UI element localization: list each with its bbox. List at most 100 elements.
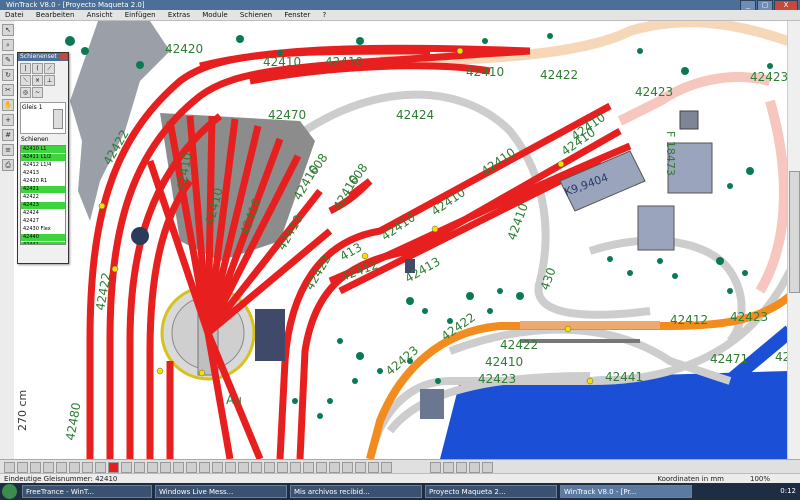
taskbar-item-3[interactable]: Mis archivos recibid... — [290, 485, 422, 498]
bottom-tool-button[interactable] — [69, 462, 80, 473]
taskbar-clock: 0:12 — [780, 487, 796, 495]
palette-section-label: Schienen — [21, 136, 49, 143]
bottom-tool-button[interactable] — [17, 462, 28, 473]
bottom-tool-button[interactable] — [212, 462, 223, 473]
os-taskbar: FreeTrance - WinT... Windows Live Mess..… — [0, 483, 800, 500]
curve-track-icon[interactable]: ( — [32, 63, 43, 74]
layout-canvas[interactable]: 42420 42410 42410 42410 42422 42423 4242… — [30, 21, 788, 459]
menu-item-module[interactable]: Module — [197, 10, 232, 20]
hand-icon[interactable]: ✋ — [2, 99, 14, 111]
bottom-tool-button[interactable] — [368, 462, 379, 473]
menu-item-ansicht[interactable]: Ansicht — [82, 10, 118, 20]
track-list-item[interactable]: 42427 — [21, 218, 65, 226]
bottom-tool-button[interactable] — [121, 462, 132, 473]
grid-icon[interactable]: # — [2, 129, 14, 141]
bottom-tool-button[interactable] — [381, 462, 392, 473]
layer-1-icon[interactable] — [430, 462, 441, 473]
layer-4-icon[interactable] — [469, 462, 480, 473]
bottom-tool-button[interactable] — [329, 462, 340, 473]
menu-item-bearbeiten[interactable]: Bearbeiten — [31, 10, 79, 20]
print-icon[interactable]: ⎙ — [2, 159, 14, 171]
rotate-icon[interactable]: ↻ — [2, 69, 14, 81]
track-list-item[interactable]: 42410 L1 — [21, 146, 65, 154]
taskbar-item-4[interactable]: Proyecto Maqueta 2... — [425, 485, 557, 498]
label-42410-c: 42410 — [466, 65, 504, 79]
start-button[interactable] — [2, 484, 17, 499]
crossing-icon[interactable]: × — [32, 75, 43, 86]
bottom-tool-button[interactable] — [173, 462, 184, 473]
taskbar-item-5[interactable]: WinTrack V8.0 - [Pr... — [560, 485, 692, 498]
bottom-tool-button[interactable] — [43, 462, 54, 473]
arrow-icon[interactable]: ↖ — [2, 24, 14, 36]
taskbar-item-2[interactable]: Windows Live Mess... — [155, 485, 287, 498]
bottom-tool-button[interactable] — [134, 462, 145, 473]
menu-item-fenster[interactable]: Fenster — [279, 10, 315, 20]
left-toolbar: ↖ ⌕ ✎ ↻ ✂ ✋ + # ≡ ⎙ — [0, 21, 15, 459]
track-list-item[interactable]: 42412 L1/4 — [21, 162, 65, 170]
track-list-item[interactable]: 42420 R1 — [21, 178, 65, 186]
switch-left-icon[interactable]: ⟋ — [44, 63, 55, 74]
straight-track-icon[interactable]: | — [20, 63, 31, 74]
bottom-tool-button[interactable] — [82, 462, 93, 473]
buffer-icon[interactable]: ⊥ — [44, 75, 55, 86]
label-42410-p: 42410 — [485, 355, 523, 369]
bottom-tool-button[interactable] — [342, 462, 353, 473]
color-icon[interactable] — [482, 462, 493, 473]
label-42480: 42480 — [63, 401, 83, 441]
bottom-tool-button[interactable] — [316, 462, 327, 473]
menu-bar: Datei Bearbeiten Ansicht Einfügen Extras… — [0, 10, 800, 21]
switch-right-icon[interactable]: ⟍ — [20, 75, 31, 86]
layer-icon[interactable]: ≡ — [2, 144, 14, 156]
menu-item-einfuegen[interactable]: Einfügen — [120, 10, 161, 20]
bottom-tool-button[interactable] — [108, 462, 119, 473]
palette-close-button[interactable] — [60, 53, 67, 60]
bottom-tool-button[interactable] — [303, 462, 314, 473]
menu-item-extras[interactable]: Extras — [163, 10, 195, 20]
magnify-icon[interactable]: ⌕ — [2, 39, 14, 51]
track-list-item[interactable]: 42421 — [21, 186, 65, 194]
window-title: WinTrack V8.0 - [Proyecto Maqueta 2.0] — [6, 1, 145, 9]
bottom-tool-button[interactable] — [225, 462, 236, 473]
track-list-item[interactable]: 42423 — [21, 202, 65, 210]
turntable-icon[interactable]: ◎ — [20, 87, 31, 98]
bottom-tool-button[interactable] — [30, 462, 41, 473]
menu-item-datei[interactable]: Datei — [0, 10, 29, 20]
bottom-tool-button[interactable] — [147, 462, 158, 473]
bottom-tool-button[interactable] — [95, 462, 106, 473]
menu-item-schienen[interactable]: Schienen — [235, 10, 277, 20]
bottom-tool-button[interactable] — [238, 462, 249, 473]
menu-item-help[interactable]: ? — [318, 10, 332, 20]
track-list-item[interactable]: 42422 — [21, 194, 65, 202]
bottom-tool-button[interactable] — [251, 462, 262, 473]
cut-icon[interactable]: ✂ — [2, 84, 14, 96]
layer-3-icon[interactable] — [456, 462, 467, 473]
flex-track-icon[interactable]: ~ — [32, 87, 43, 98]
layer-2-icon[interactable] — [443, 462, 454, 473]
bottom-tool-button[interactable] — [160, 462, 171, 473]
bottom-tool-button[interactable] — [186, 462, 197, 473]
bottom-tool-button[interactable] — [290, 462, 301, 473]
taskbar-item-1[interactable]: FreeTrance - WinT... — [22, 485, 152, 498]
track-list-item[interactable]: 42413 — [21, 170, 65, 178]
bottom-tool-button[interactable] — [199, 462, 210, 473]
track-list-item[interactable]: 42430 Flex — [21, 226, 65, 234]
bottom-tool-button[interactable] — [264, 462, 275, 473]
label-42410-a: 42410 — [263, 55, 301, 69]
track-preview: Gleis 1 — [20, 102, 66, 134]
pencil-icon[interactable]: ✎ — [2, 54, 14, 66]
bottom-tool-button[interactable] — [355, 462, 366, 473]
bottom-tool-button[interactable] — [56, 462, 67, 473]
zoom-icon[interactable]: + — [2, 114, 14, 126]
track-list[interactable]: 42410 L1 42411 L1/2 42412 L1/4 42413 42420 R… — [20, 145, 66, 245]
label-42422-c: 42422 — [500, 338, 538, 352]
track-list-item[interactable]: 42424 — [21, 210, 65, 218]
track-list-item[interactable]: 42411 L1/2 — [21, 154, 65, 162]
scroll-thumb[interactable] — [789, 171, 800, 293]
bottom-tool-button[interactable] — [277, 462, 288, 473]
vertical-scrollbar[interactable] — [787, 21, 800, 459]
bottom-tool-button[interactable] — [4, 462, 15, 473]
label-42423-e: 42423 — [478, 372, 516, 386]
track-list-item[interactable]: 42441 — [21, 242, 65, 244]
track-list-item[interactable]: 42440 — [21, 234, 65, 242]
label-42471: 42471 — [710, 352, 748, 366]
